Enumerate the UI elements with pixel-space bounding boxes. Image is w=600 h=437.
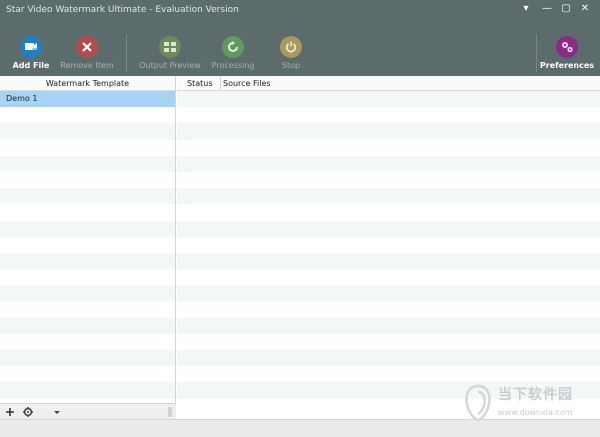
table-row <box>177 317 600 334</box>
table-row <box>177 172 600 188</box>
close-button[interactable]: ✕ <box>576 2 594 16</box>
add-file-button[interactable]: Add File <box>13 36 49 72</box>
list-row <box>0 334 175 350</box>
list-row <box>0 107 175 123</box>
column-divider <box>220 76 221 91</box>
stop-button[interactable]: Stop <box>280 36 302 72</box>
list-row <box>0 350 175 367</box>
table-row <box>177 91 600 108</box>
processing-button[interactable]: Processing <box>212 36 254 72</box>
list-row <box>0 252 175 270</box>
window-title: Star Video Watermark Ultimate - Evaluati… <box>6 5 239 15</box>
table-row <box>177 107 600 123</box>
processing-label: Processing <box>211 61 255 70</box>
list-row <box>0 123 175 140</box>
source-files-column-header[interactable]: Source Files <box>223 76 271 91</box>
table-row <box>177 301 600 317</box>
stop-icon <box>280 36 302 58</box>
settings-gear-icon[interactable] <box>22 406 34 418</box>
watermark-url: www.downxia.com <box>498 408 573 417</box>
site-watermark: 当下软件园 www.downxia.com <box>462 384 592 424</box>
table-row <box>177 220 600 237</box>
menu-dropdown-icon[interactable]: ▾ <box>517 2 535 16</box>
output-preview-button[interactable]: Output Preview <box>139 36 201 72</box>
watermark-text: 当下软件园 <box>498 387 573 403</box>
watermark-template-panel: Watermark Template Demo 1 <box>0 76 176 419</box>
remove-item-label: Remove Item <box>60 61 114 70</box>
template-toolbar <box>0 403 176 419</box>
chevron-down-icon[interactable] <box>52 407 62 417</box>
gear-icon <box>556 36 578 58</box>
table-row <box>177 123 600 140</box>
table-row <box>177 252 600 270</box>
table-row <box>177 204 600 220</box>
processing-icon <box>222 36 244 58</box>
watermark-logo-icon <box>462 384 494 422</box>
remove-item-button[interactable]: Remove Item <box>60 36 114 72</box>
table-row <box>177 237 600 253</box>
watermark-template-header: Watermark Template <box>0 76 175 91</box>
list-row <box>0 172 175 188</box>
list-row <box>0 317 175 334</box>
status-column-header[interactable]: Status <box>187 76 213 91</box>
output-preview-label: Output Preview <box>139 61 201 70</box>
list-row <box>0 269 175 285</box>
table-row <box>177 155 600 172</box>
add-template-icon[interactable] <box>4 406 16 418</box>
list-row <box>0 204 175 220</box>
table-row <box>177 350 600 367</box>
table-row <box>177 334 600 350</box>
list-row <box>0 285 175 302</box>
list-row <box>0 301 175 317</box>
stop-label: Stop <box>281 61 301 70</box>
table-row <box>177 269 600 285</box>
source-files-panel: Status Source Files <box>177 76 600 419</box>
list-row <box>0 140 175 156</box>
toolbar-separator <box>126 34 127 72</box>
remove-icon <box>76 36 98 58</box>
preferences-label: Preferences <box>539 61 595 70</box>
table-row <box>177 140 600 156</box>
source-files-header: Status Source Files <box>177 76 600 91</box>
minimize-button[interactable]: — <box>538 2 556 16</box>
table-row <box>177 366 600 382</box>
list-row <box>0 237 175 253</box>
output-preview-icon <box>159 36 181 58</box>
list-row <box>0 188 175 205</box>
resize-grip[interactable] <box>168 407 172 417</box>
list-row <box>0 382 175 399</box>
preferences-button[interactable]: Preferences <box>540 36 594 72</box>
title-toolbar-area: Star Video Watermark Ultimate - Evaluati… <box>0 0 600 76</box>
add-file-label: Add File <box>12 61 50 70</box>
table-row <box>177 285 600 302</box>
template-item-demo-1[interactable]: Demo 1 <box>0 91 175 108</box>
add-file-icon <box>20 36 42 58</box>
list-row <box>0 155 175 172</box>
table-row <box>177 188 600 205</box>
maximize-button[interactable]: ▢ <box>557 2 575 16</box>
list-row <box>0 220 175 237</box>
list-row <box>0 366 175 382</box>
